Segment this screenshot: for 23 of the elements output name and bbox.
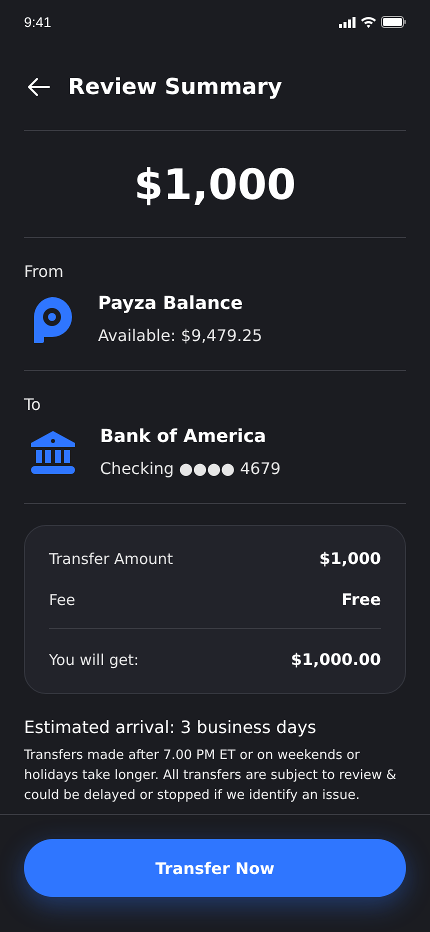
account-name: Payza Balance xyxy=(98,293,244,314)
arrival-text: Estimated arrival: 3 business days xyxy=(24,718,318,738)
transfer-amount: $1,000 xyxy=(134,160,296,208)
account-label: From xyxy=(24,262,65,281)
disclaimer-text: Transfers made after 7.00 PM ET or on weekends or holidays take longer. All transfers are subject to review & could be delayed or stopped if we identify an issue. xyxy=(24,747,398,805)
account-detail: Available: $9,479.25 xyxy=(98,326,262,345)
account-name: Bank of America xyxy=(100,426,268,447)
account-detail: Checking ●●●● 4679 xyxy=(100,459,281,478)
summary-value: $1,000 xyxy=(319,549,381,568)
total-label: You will get: xyxy=(49,650,139,668)
transfer-now-button[interactable]: Transfer Now xyxy=(24,839,406,897)
wifi-icon xyxy=(361,16,376,28)
back-arrow-icon[interactable] xyxy=(28,78,50,96)
summary-value: Free xyxy=(342,590,381,609)
status-time: 9:41 xyxy=(24,14,52,30)
account-label: To xyxy=(24,395,42,414)
signal-icon xyxy=(339,16,356,28)
total-value: $1,000.00 xyxy=(290,650,381,669)
summary-label: Transfer Amount xyxy=(49,550,174,568)
battery-icon xyxy=(381,16,406,28)
bank-icon xyxy=(30,429,76,475)
page-title: Review Summary xyxy=(68,74,282,100)
summary-label: Fee xyxy=(49,590,76,608)
